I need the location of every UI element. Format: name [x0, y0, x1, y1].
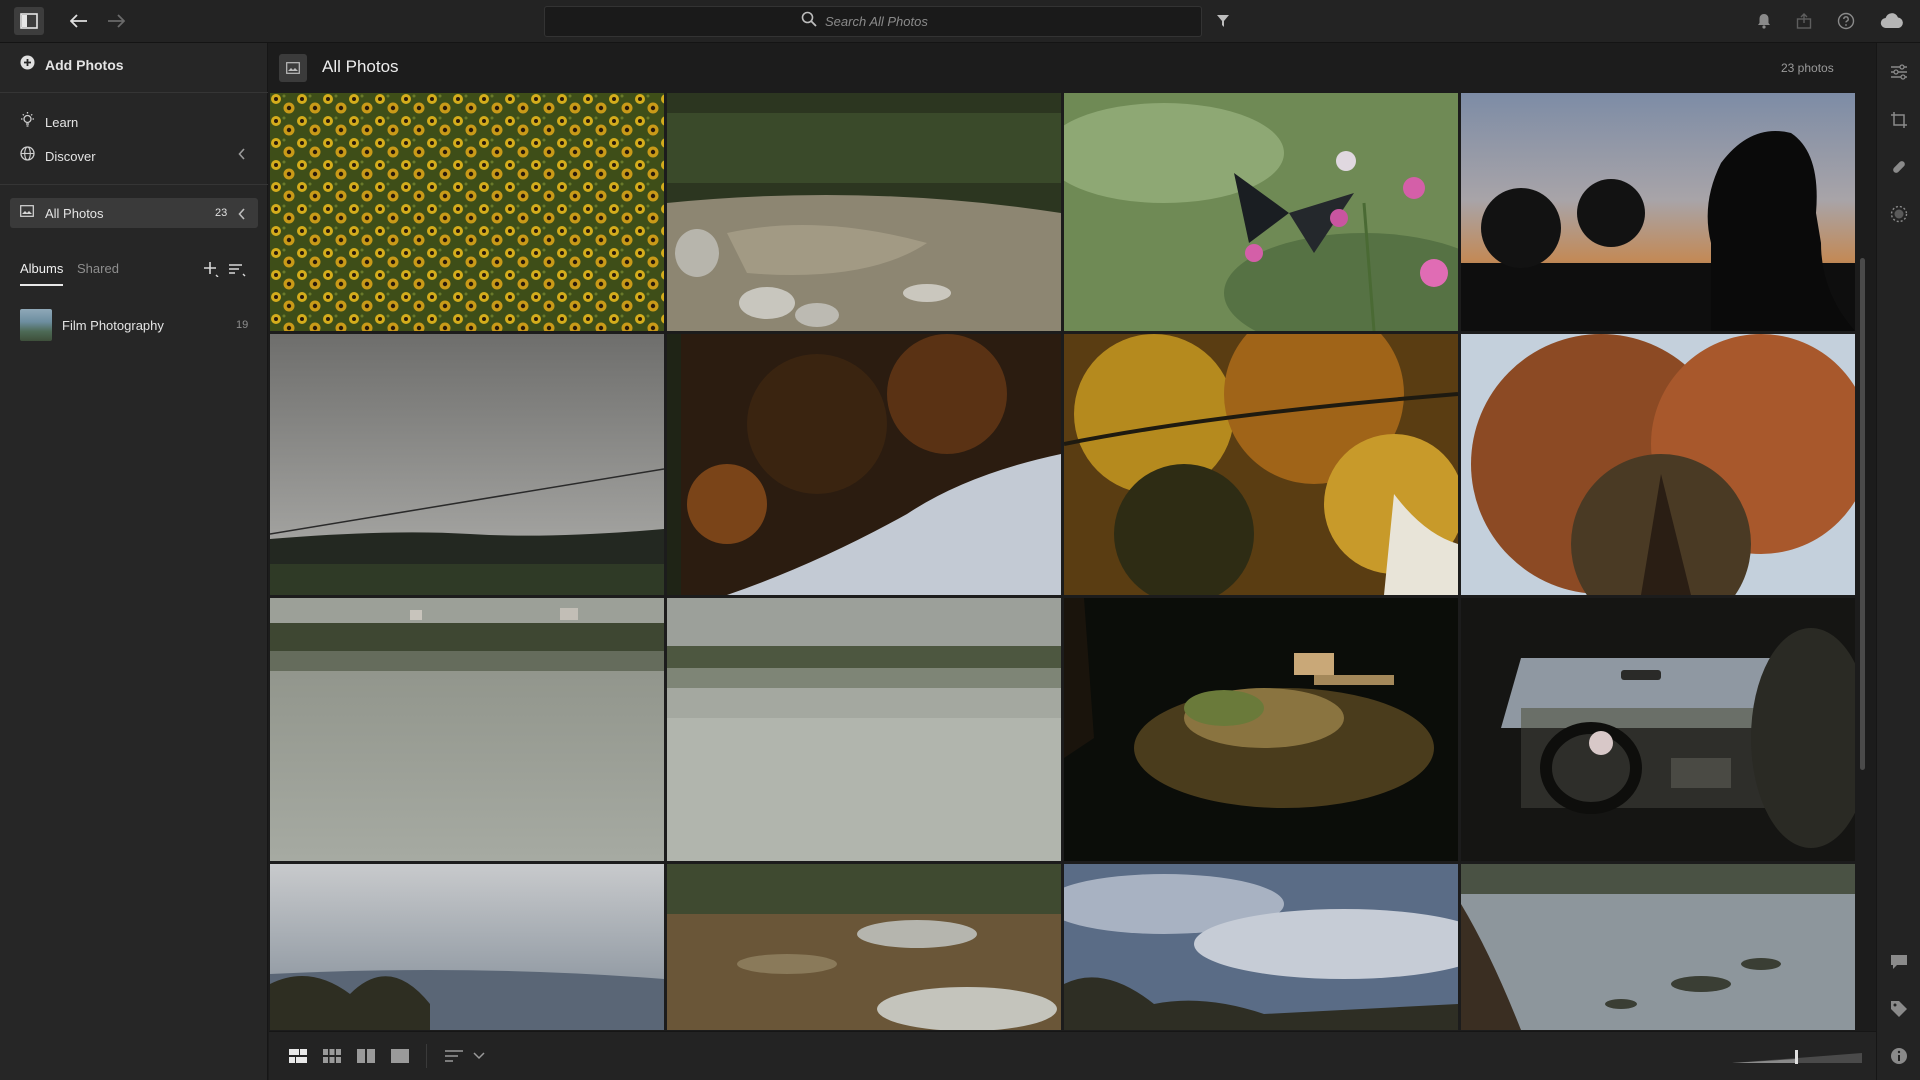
- overcast-field-image: [270, 334, 664, 595]
- photos-icon: [20, 204, 34, 222]
- learn-label: Learn: [45, 114, 79, 130]
- thumbnail-size-slider[interactable]: [1732, 1048, 1862, 1064]
- share-icon[interactable]: [1789, 7, 1819, 35]
- filter-icon[interactable]: [1208, 7, 1238, 35]
- grid-scrollbar[interactable]: [1860, 258, 1865, 770]
- lightbulb-icon: [20, 112, 35, 132]
- help-icon[interactable]: [1831, 7, 1861, 35]
- sidebar: Add Photos Learn Discover All Photos 23 …: [0, 43, 268, 1080]
- comment-icon[interactable]: [1884, 947, 1914, 977]
- search-input[interactable]: [825, 14, 945, 29]
- search-bar[interactable]: [544, 6, 1202, 37]
- silhouette-image: [1461, 93, 1855, 331]
- sidebar-toggle-icon[interactable]: [14, 7, 44, 35]
- info-icon[interactable]: [1884, 1041, 1914, 1071]
- photo-thumbnail[interactable]: [1064, 93, 1458, 331]
- rocky-grass-image: [667, 864, 1061, 1030]
- chevron-left-icon[interactable]: [238, 207, 246, 225]
- maple-canopy-image: [1064, 334, 1458, 595]
- add-photos-button[interactable]: Add Photos: [0, 55, 268, 75]
- view-detail-icon[interactable]: [387, 1044, 413, 1068]
- chevron-left-icon[interactable]: [238, 147, 246, 165]
- page-title: All Photos: [322, 57, 399, 76]
- edit-sliders-icon[interactable]: [1884, 57, 1914, 87]
- view-compare-icon[interactable]: [353, 1044, 379, 1068]
- add-album-icon[interactable]: [203, 261, 219, 282]
- top-bar: [0, 0, 1920, 43]
- main-header: All Photos 23 photos: [269, 43, 1876, 93]
- cloud-icon[interactable]: [1877, 7, 1907, 35]
- tag-icon[interactable]: [1884, 994, 1914, 1024]
- photo-thumbnail[interactable]: [1461, 864, 1855, 1030]
- album-count: 19: [236, 319, 249, 331]
- sort-albums-icon[interactable]: [228, 263, 246, 282]
- learn-button[interactable]: Learn: [0, 112, 268, 132]
- divider: [0, 184, 268, 185]
- divider: [426, 1044, 427, 1068]
- photos-icon: [279, 54, 307, 82]
- photo-thumbnail[interactable]: [270, 598, 664, 861]
- view-photo-grid-icon[interactable]: [285, 1044, 311, 1068]
- album-name: Film Photography: [62, 317, 164, 333]
- photo-thumbnail[interactable]: [1064, 864, 1458, 1030]
- discover-label: Discover: [45, 148, 96, 164]
- album-item[interactable]: Film Photography 19: [0, 309, 268, 341]
- tab-albums[interactable]: Albums: [20, 261, 64, 286]
- back-arrow-icon[interactable]: [64, 7, 94, 35]
- bell-icon[interactable]: [1749, 7, 1779, 35]
- globe-icon: [20, 146, 35, 166]
- photo-grid: [270, 93, 1855, 1030]
- photo-thumbnail[interactable]: [667, 334, 1061, 595]
- photo-thumbnail[interactable]: [1461, 334, 1855, 595]
- photo-thumbnail[interactable]: [270, 864, 664, 1030]
- all-photos-count: 23: [215, 207, 228, 219]
- cloudy-sky-image: [1064, 864, 1458, 1030]
- plus-circle-icon: [20, 55, 35, 75]
- night-bench-image: [1064, 598, 1458, 861]
- sort-chevron-icon[interactable]: [466, 1044, 492, 1068]
- masking-icon[interactable]: [1884, 199, 1914, 229]
- divider: [0, 92, 268, 93]
- autumn-tree-image: [667, 334, 1061, 595]
- crop-icon[interactable]: [1884, 105, 1914, 135]
- discover-button[interactable]: Discover: [0, 146, 268, 166]
- tab-shared[interactable]: Shared: [77, 261, 119, 276]
- view-square-grid-icon[interactable]: [319, 1044, 345, 1068]
- car-interior-image: [1461, 598, 1855, 861]
- valley-image: [270, 864, 664, 1030]
- sort-icon[interactable]: [441, 1044, 467, 1068]
- album-thumbnail: [20, 309, 52, 341]
- photo-thumbnail[interactable]: [667, 93, 1061, 331]
- flower-field-image: [270, 93, 664, 331]
- search-icon: [801, 11, 817, 32]
- forward-arrow-icon[interactable]: [101, 7, 131, 35]
- photo-thumbnail[interactable]: [1064, 334, 1458, 595]
- right-rail: [1876, 43, 1920, 1080]
- river-stones-image: [1461, 864, 1855, 1030]
- butterfly-image: [1064, 93, 1458, 331]
- creek-image: [667, 93, 1061, 331]
- misty-lake-image: [667, 598, 1061, 861]
- lake-reflection-image: [270, 598, 664, 861]
- photo-count: 23 photos: [1781, 61, 1834, 75]
- all-photos-item[interactable]: All Photos 23: [10, 198, 258, 228]
- bottom-bar: [269, 1031, 1876, 1080]
- all-photos-label: All Photos: [45, 205, 104, 221]
- photo-thumbnail[interactable]: [667, 598, 1061, 861]
- photo-thumbnail[interactable]: [1461, 93, 1855, 331]
- photo-thumbnail[interactable]: [667, 864, 1061, 1030]
- healing-icon[interactable]: [1884, 152, 1914, 182]
- add-photos-label: Add Photos: [45, 57, 124, 73]
- orange-tree-image: [1461, 334, 1855, 595]
- photo-thumbnail[interactable]: [270, 93, 664, 331]
- photo-thumbnail[interactable]: [1064, 598, 1458, 861]
- photo-thumbnail[interactable]: [1461, 598, 1855, 861]
- photo-thumbnail[interactable]: [270, 334, 664, 595]
